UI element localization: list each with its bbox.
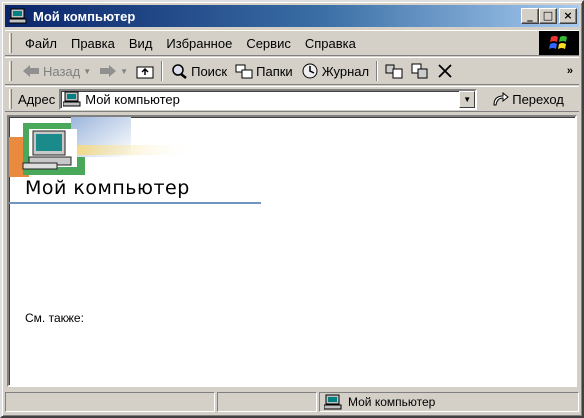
search-icon [172,64,187,79]
toolbar-separator [161,61,164,81]
forward-button[interactable]: ▼ [95,59,132,83]
folders-label: Папки [256,63,293,79]
status-pane-main [5,392,215,412]
menu-file[interactable]: Файл [18,36,64,51]
title-bar[interactable]: Мой компьютер _ □ × [5,5,579,27]
page-title: Мой компьютер [25,177,190,199]
address-dropdown-icon[interactable]: ▼ [459,90,476,108]
status-zone-text: Мой компьютер [348,395,436,409]
back-button[interactable]: Назад ▼ [18,59,95,83]
status-pane-zone: Мой компьютер [319,392,579,412]
menu-tools[interactable]: Сервис [239,36,298,51]
copy-to-button[interactable] [407,59,433,83]
window-controls: _ □ × [521,8,577,24]
address-value: Мой компьютер [85,91,180,107]
back-arrow-icon [23,65,39,77]
delete-icon [438,64,452,78]
toolbar-separator [376,61,379,81]
address-label: Адрес [18,91,56,107]
forward-dropdown-icon[interactable]: ▼ [120,67,128,76]
menu-favorites[interactable]: Избранное [159,36,239,51]
content-area[interactable]: Мой компьютер См. также: [7,115,577,387]
history-label: Журнал [321,63,370,79]
minimize-button[interactable]: _ [521,8,539,24]
history-button[interactable]: Журнал [297,59,373,83]
my-computer-icon [63,91,81,107]
address-bar: Адрес Мой компьютер ▼ Переход [5,86,579,112]
go-label: Переход [512,91,564,107]
addressbar-grip[interactable] [9,89,12,109]
go-button[interactable]: Переход [491,91,564,107]
menu-bar: Файл Правка Вид Избранное Сервис Справка [5,30,579,56]
go-arrow-icon [493,91,510,106]
status-bar: Мой компьютер [5,390,579,414]
my-computer-icon [324,394,342,410]
folders-icon [235,64,253,79]
folders-button[interactable]: Папки [231,59,297,83]
delete-button[interactable] [433,59,457,83]
my-computer-icon [8,8,27,24]
search-label: Поиск [191,63,228,79]
title-divider [9,202,261,204]
close-button[interactable]: × [559,8,577,24]
menu-view[interactable]: Вид [122,36,160,51]
explorer-window: Мой компьютер _ □ × Файл Правка Вид Избр… [0,0,584,418]
history-icon [302,63,318,79]
search-button[interactable]: Поиск [166,59,231,83]
copy-to-icon [411,63,428,79]
move-to-icon [385,64,403,79]
see-also-label: См. также: [25,311,84,325]
back-dropdown-icon[interactable]: ▼ [83,67,91,76]
up-button[interactable] [132,59,158,83]
forward-arrow-icon [100,65,117,77]
move-to-button[interactable] [381,59,407,83]
menu-help[interactable]: Справка [298,36,363,51]
standard-toolbar: Назад ▼ ▼ Поиск Папки Журнал » [5,57,579,85]
maximize-button[interactable]: □ [539,8,557,24]
windows-logo-icon [539,31,579,55]
toolbar-more-button[interactable]: » [567,65,573,77]
menubar-grip[interactable] [9,33,12,53]
status-pane-size [217,392,317,412]
window-title: Мой компьютер [33,8,136,24]
toolbar-grip[interactable] [9,61,12,81]
address-input[interactable]: Мой компьютер ▼ [59,88,478,110]
menu-edit[interactable]: Правка [64,36,122,51]
back-label: Назад [43,63,81,79]
up-folder-icon [136,66,154,79]
